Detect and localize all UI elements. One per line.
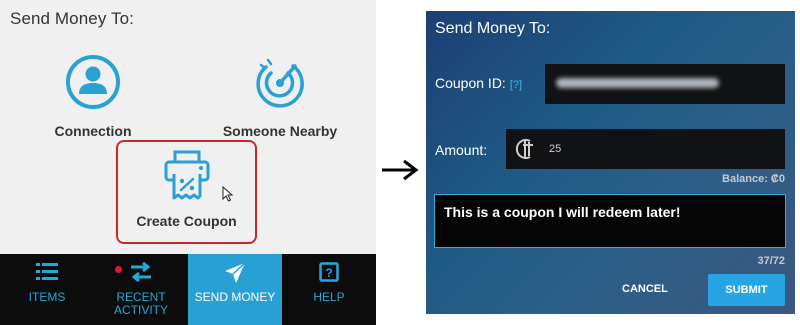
nav-send-money-label: SEND MONEY [194, 290, 276, 304]
panel-title: Send Money To: [10, 9, 134, 28]
right-arrow-icon [381, 159, 419, 186]
coupon-id-field[interactable] [545, 64, 785, 104]
list-icon [0, 262, 94, 284]
character-counter: 37/72 [757, 255, 785, 267]
send-money-menu-panel: Send Money To: Connection Someone Nearby [0, 0, 376, 325]
mouse-pointer-icon [222, 185, 234, 207]
nav-recent-activity[interactable]: RECENT ACTIVITY [94, 254, 188, 325]
nav-send-money[interactable]: SEND MONEY [188, 254, 282, 325]
memo-textarea[interactable]: This is a coupon I will redeem later! [434, 194, 786, 248]
amount-field[interactable]: 25 [506, 129, 785, 169]
balance-text: Balance: ₡0 [722, 173, 785, 185]
cancel-button[interactable]: CANCEL [622, 283, 668, 295]
user-circle-icon [18, 54, 168, 115]
amount-value: 25 [549, 143, 562, 155]
coupon-id-label-text: Coupon ID: [435, 75, 506, 91]
nav-help-label: HELP [313, 290, 345, 304]
connection-option[interactable]: Connection [18, 54, 168, 139]
amount-label: Amount: [435, 142, 488, 158]
notification-dot [115, 266, 122, 273]
redacted-coupon-id [556, 78, 719, 88]
create-coupon-option[interactable]: Create Coupon [116, 140, 257, 244]
coupon-id-label: Coupon ID: [?] [435, 75, 522, 91]
bottom-navigation: ITEMS RECENT ACTIVITY SEND MONEY ? HELP [0, 254, 376, 325]
nav-items-label: ITEMS [28, 290, 66, 304]
form-title: Send Money To: [435, 20, 551, 37]
nav-help[interactable]: ? HELP [282, 254, 376, 325]
submit-button[interactable]: SUBMIT [708, 274, 785, 306]
connection-label: Connection [54, 123, 132, 139]
create-coupon-label: Create Coupon [136, 213, 237, 229]
currency-symbol-icon [514, 137, 538, 166]
coupon-printer-icon [118, 150, 255, 207]
radar-icon [205, 54, 355, 115]
someone-nearby-option[interactable]: Someone Nearby [205, 54, 355, 139]
nav-recent-activity-label: RECENT ACTIVITY [113, 290, 168, 317]
transfer-arrows-icon [94, 261, 188, 284]
create-coupon-form: Send Money To: Coupon ID: [?] Amount: 25 … [426, 11, 795, 314]
paper-plane-icon [188, 262, 282, 284]
someone-nearby-label: Someone Nearby [222, 123, 338, 139]
svg-text:?: ? [325, 266, 332, 280]
help-box-icon: ? [282, 262, 376, 284]
nav-items[interactable]: ITEMS [0, 254, 94, 325]
coupon-id-help-link[interactable]: [?] [510, 79, 522, 91]
